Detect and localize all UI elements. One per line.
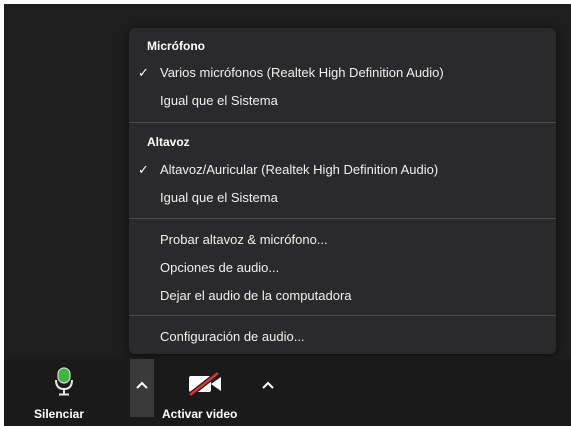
chevron-up-icon (262, 381, 274, 389)
test-speaker-mic-item[interactable]: Probar altavoz & micrófono... (129, 228, 556, 252)
speaker-option-same-as-system[interactable]: Igual que el Sistema (129, 186, 556, 210)
menu-item-label: Probar altavoz & micrófono... (160, 232, 328, 247)
start-video-button[interactable]: Activar video (154, 359, 258, 426)
audio-settings-item[interactable]: Configuración de audio... (129, 325, 556, 349)
speaker-option-realtek[interactable]: ✓ Altavoz/Auricular (Realtek High Defini… (129, 158, 556, 182)
microphone-icon (55, 367, 73, 396)
mic-option-same-as-system[interactable]: Igual que el Sistema (129, 89, 556, 113)
audio-menu: Micrófono ✓ Varios micrófonos (Realtek H… (129, 28, 556, 354)
chevron-up-icon (136, 381, 148, 389)
start-video-label: Activar video (162, 407, 238, 421)
speaker-section-title: Altavoz (147, 135, 190, 149)
speaker-option-label: Igual que el Sistema (160, 190, 278, 205)
audio-options-item[interactable]: Opciones de audio... (129, 256, 556, 280)
check-icon: ✓ (138, 162, 149, 177)
menu-divider (129, 122, 556, 123)
mute-button[interactable]: Silenciar (4, 359, 126, 426)
menu-item-label: Opciones de audio... (160, 260, 280, 275)
mic-option-label: Varios micrófonos (Realtek High Definiti… (160, 65, 444, 80)
audio-options-toggle[interactable] (130, 359, 154, 417)
leave-computer-audio-item[interactable]: Dejar el audio de la computadora (129, 284, 556, 308)
mute-label: Silenciar (34, 407, 85, 421)
video-off-icon (188, 371, 221, 397)
video-options-toggle[interactable] (256, 359, 280, 417)
microphone-section-title: Micrófono (147, 39, 205, 53)
mic-option-label: Igual que el Sistema (160, 93, 278, 108)
menu-divider (129, 218, 556, 219)
mic-option-realtek[interactable]: ✓ Varios micrófonos (Realtek High Defini… (129, 61, 556, 85)
menu-item-label: Configuración de audio... (160, 329, 305, 344)
speaker-option-label: Altavoz/Auricular (Realtek High Definiti… (160, 162, 439, 177)
check-icon: ✓ (138, 65, 149, 80)
meeting-toolbar: Silenciar Activar video (4, 359, 571, 426)
menu-divider (129, 315, 556, 316)
menu-item-label: Dejar el audio de la computadora (160, 288, 352, 303)
